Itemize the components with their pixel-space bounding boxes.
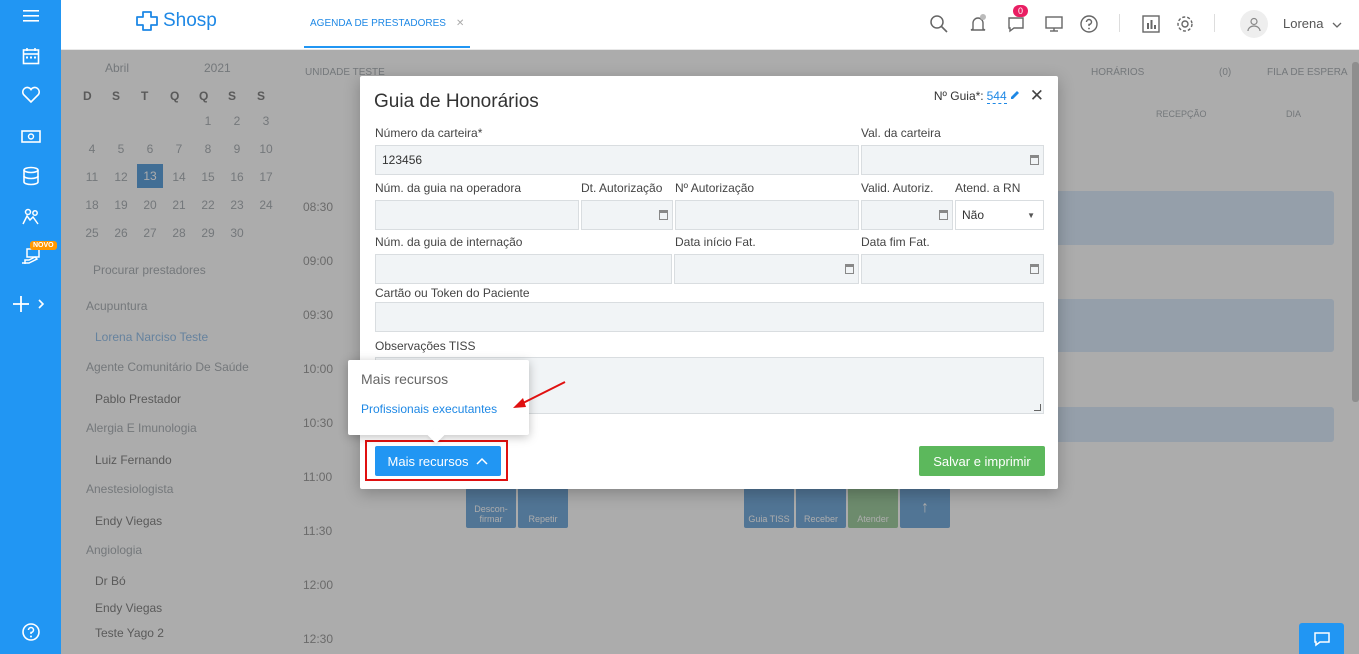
numero-carteira-label: Número da carteira* [375,126,483,140]
atend-rn-select[interactable]: Não ▼ [955,200,1044,230]
data-fim-label: Data fim Fat. [861,235,930,249]
dt-autorizacao-label: Dt. Autorização [581,181,663,195]
salvar-imprimir-button[interactable]: Salvar e imprimir [919,446,1045,476]
logo-text: Shosp [163,10,217,31]
search-icon[interactable] [927,12,951,36]
num-guia-internacao-field[interactable] [375,254,672,284]
logo[interactable]: Shosp [135,10,217,32]
pencil-icon[interactable] [1010,90,1020,100]
monitor-icon[interactable] [1042,12,1066,36]
plus-icon[interactable] [0,289,61,319]
annotation-arrow-icon [513,381,566,408]
divider [1119,14,1120,32]
topbar: Shosp AGENDA DE PRESTADORES ✕ 0 Lorena [61,0,1359,50]
close-icon[interactable]: ✕ [1030,86,1044,106]
num-guia-operadora-label: Núm. da guia na operadora [375,181,522,195]
novo-badge: NOVO [30,241,57,250]
highlight-box [365,440,508,481]
data-inicio-field[interactable] [674,254,859,284]
guia-label: Nº Guia*: [933,89,984,103]
guia-number-wrapper: Nº Guia*: 544 [933,89,1020,104]
sidebar: NOVO [0,0,61,654]
data-fim-field[interactable] [861,254,1044,284]
calendar-icon[interactable] [939,210,948,220]
heart-icon[interactable] [0,80,61,110]
bell-icon[interactable] [966,12,990,36]
atend-rn-label: Atend. a RN [955,181,1021,195]
database-icon[interactable] [0,161,61,191]
calendar-icon[interactable] [1030,155,1039,165]
val-carteira-label: Val. da carteira [861,126,941,140]
calendar-icon[interactable] [659,210,668,220]
avatar-icon[interactable] [1240,10,1268,38]
cartao-token-field[interactable] [375,302,1044,332]
calendar-icon[interactable] [845,264,854,274]
chevron-down-icon[interactable] [1325,13,1349,37]
people-icon[interactable] [0,202,61,232]
reports-icon[interactable] [1139,12,1163,36]
tab-label: AGENDA DE PRESTADORES [310,17,446,29]
dt-autorizacao-field[interactable] [581,200,673,230]
resize-handle[interactable] [1034,404,1041,411]
val-carteira-field[interactable] [861,145,1044,175]
num-guia-internacao-label: Núm. da guia de internação [375,235,523,249]
tab-agenda-prestadores[interactable]: AGENDA DE PRESTADORES ✕ [304,0,471,48]
n-autorizacao-field[interactable] [675,200,859,230]
cartao-token-label: Cartão ou Token do Paciente [375,286,530,300]
user-name[interactable]: Lorena [1283,16,1323,31]
divider [1214,14,1215,32]
gear-icon[interactable] [1173,12,1197,36]
n-autorizacao-label: Nº Autorização [675,181,755,195]
numero-carteira-field[interactable]: 123456 [375,145,859,175]
caret-down-icon: ▼ [1027,211,1035,220]
calendar-icon[interactable] [0,41,61,71]
menu-icon[interactable] [0,1,61,31]
observacoes-label: Observações TISS [375,339,476,353]
calendar-icon[interactable] [1030,264,1039,274]
atend-rn-value: Não [962,208,985,222]
notifications-badge: 0 [1013,5,1029,17]
data-inicio-label: Data início Fat. [675,235,756,249]
money-icon[interactable] [0,121,61,151]
help-icon[interactable] [0,617,61,647]
modal-title: Guia de Honorários [374,91,539,112]
help-circle-icon[interactable] [1077,12,1101,36]
num-guia-operadora-field[interactable] [375,200,579,230]
profissionais-executantes-link[interactable]: Profissionais executantes [361,402,497,416]
valid-autoriz-field[interactable] [861,200,953,230]
tab-close-icon[interactable]: ✕ [456,18,464,29]
guia-number[interactable]: 544 [986,89,1007,104]
chat-support-button[interactable] [1299,623,1344,654]
valid-autoriz-label: Valid. Autoriz. [861,181,934,195]
mais-recursos-popover: Mais recursos Profissionais executantes [348,360,529,435]
chat-icon [1313,631,1330,646]
popover-title: Mais recursos [361,371,449,387]
